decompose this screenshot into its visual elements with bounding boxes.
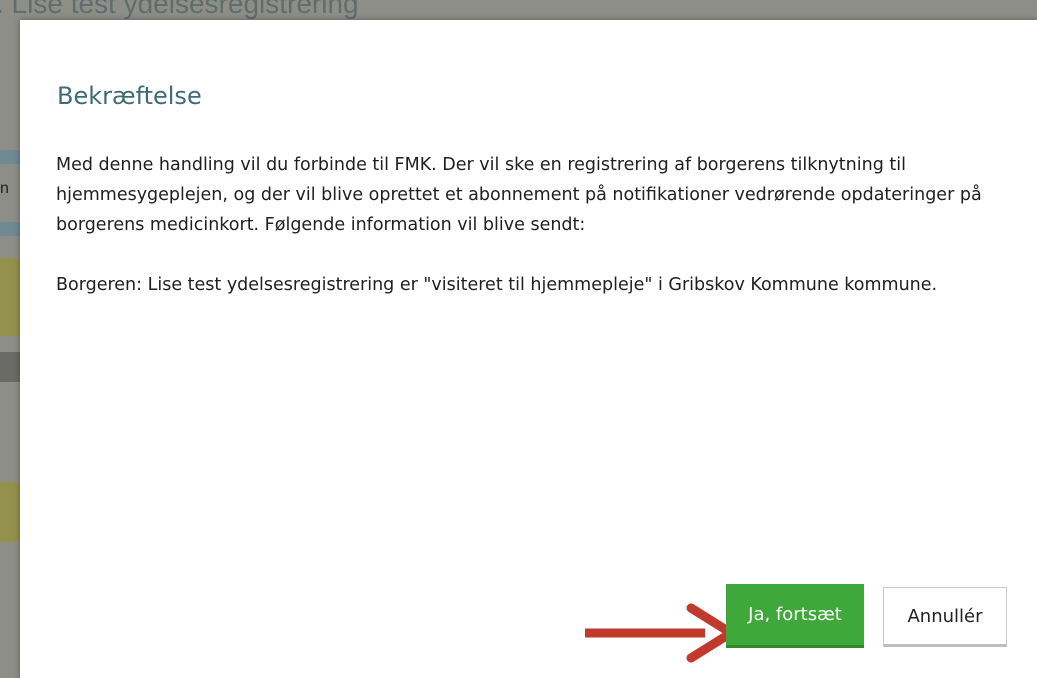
- dialog-body: Med denne handling vil du forbinde til F…: [56, 150, 1001, 330]
- background-strip-yellow: [0, 258, 20, 336]
- confirm-button[interactable]: Ja, fortsæt: [726, 584, 864, 648]
- background-strip-dark: [0, 352, 20, 382]
- background-strip-teal: [0, 222, 20, 236]
- cancel-button[interactable]: Annullér: [883, 587, 1007, 647]
- background-strip-teal: [0, 150, 20, 164]
- background-page-title: . Lise test ydelsesregistrering: [0, 0, 359, 19]
- dialog-citizen-info: Borgeren: Lise test ydelsesregistrering …: [56, 275, 938, 295]
- dialog-message: Med denne handling vil du forbinde til F…: [56, 155, 982, 235]
- background-strip-yellow: [0, 482, 20, 542]
- background-text-fragment: n: [0, 180, 9, 197]
- confirmation-dialog: Bekræftelse Med denne handling vil du fo…: [20, 20, 1037, 678]
- dialog-title: Bekræftelse: [57, 82, 202, 110]
- red-arrow-right-icon: [585, 603, 740, 663]
